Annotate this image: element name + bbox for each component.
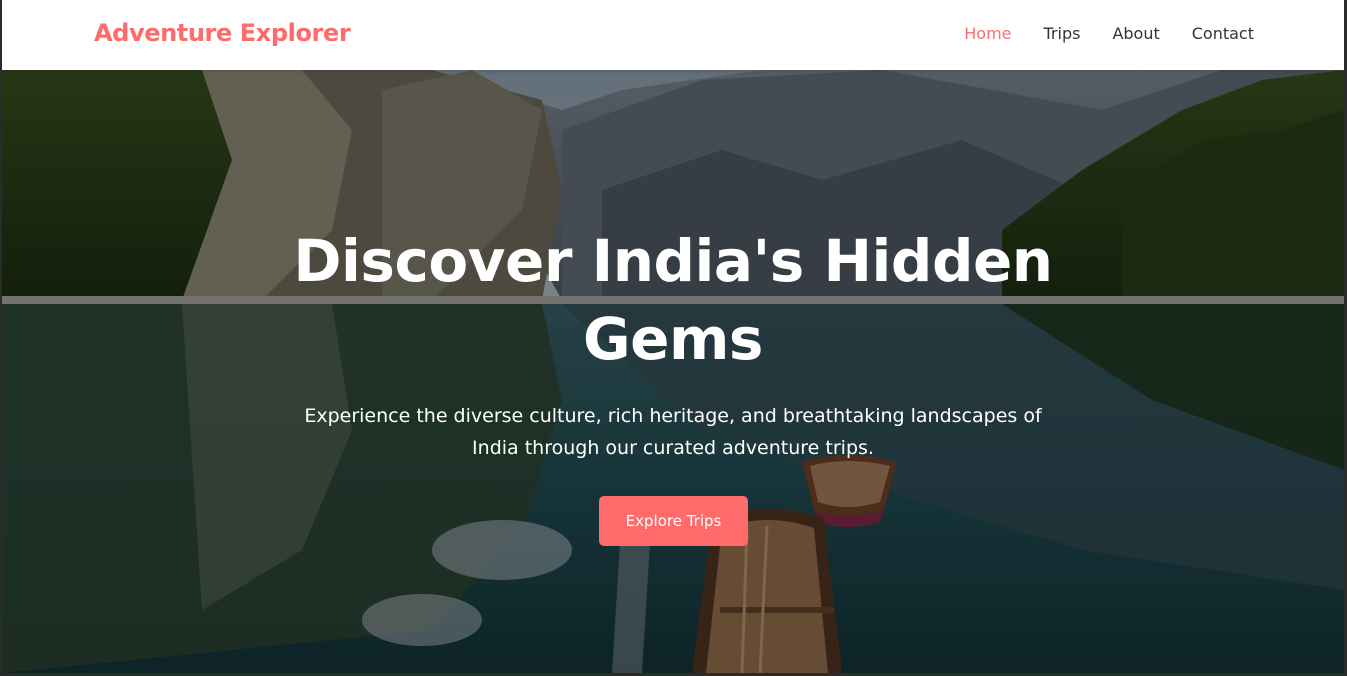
- hero-content: Discover India's Hidden Gems Experience …: [2, 70, 1344, 673]
- explore-trips-button[interactable]: Explore Trips: [599, 496, 748, 546]
- hero-title: Discover India's Hidden Gems: [293, 227, 1053, 373]
- nav-link-about[interactable]: About: [1112, 24, 1159, 43]
- hero-subtitle: Experience the diverse culture, rich her…: [304, 405, 1042, 459]
- nav-link-contact[interactable]: Contact: [1192, 24, 1254, 43]
- main-nav: Home Trips About Contact: [964, 24, 1254, 43]
- hero-section: Discover India's Hidden Gems Experience …: [2, 70, 1344, 673]
- site-header: Adventure Explorer Home Trips About Cont…: [2, 0, 1344, 70]
- browser-viewport: Adventure Explorer Home Trips About Cont…: [2, 0, 1344, 673]
- site-logo[interactable]: Adventure Explorer: [94, 19, 351, 47]
- nav-link-home[interactable]: Home: [964, 24, 1011, 43]
- nav-link-trips[interactable]: Trips: [1044, 24, 1081, 43]
